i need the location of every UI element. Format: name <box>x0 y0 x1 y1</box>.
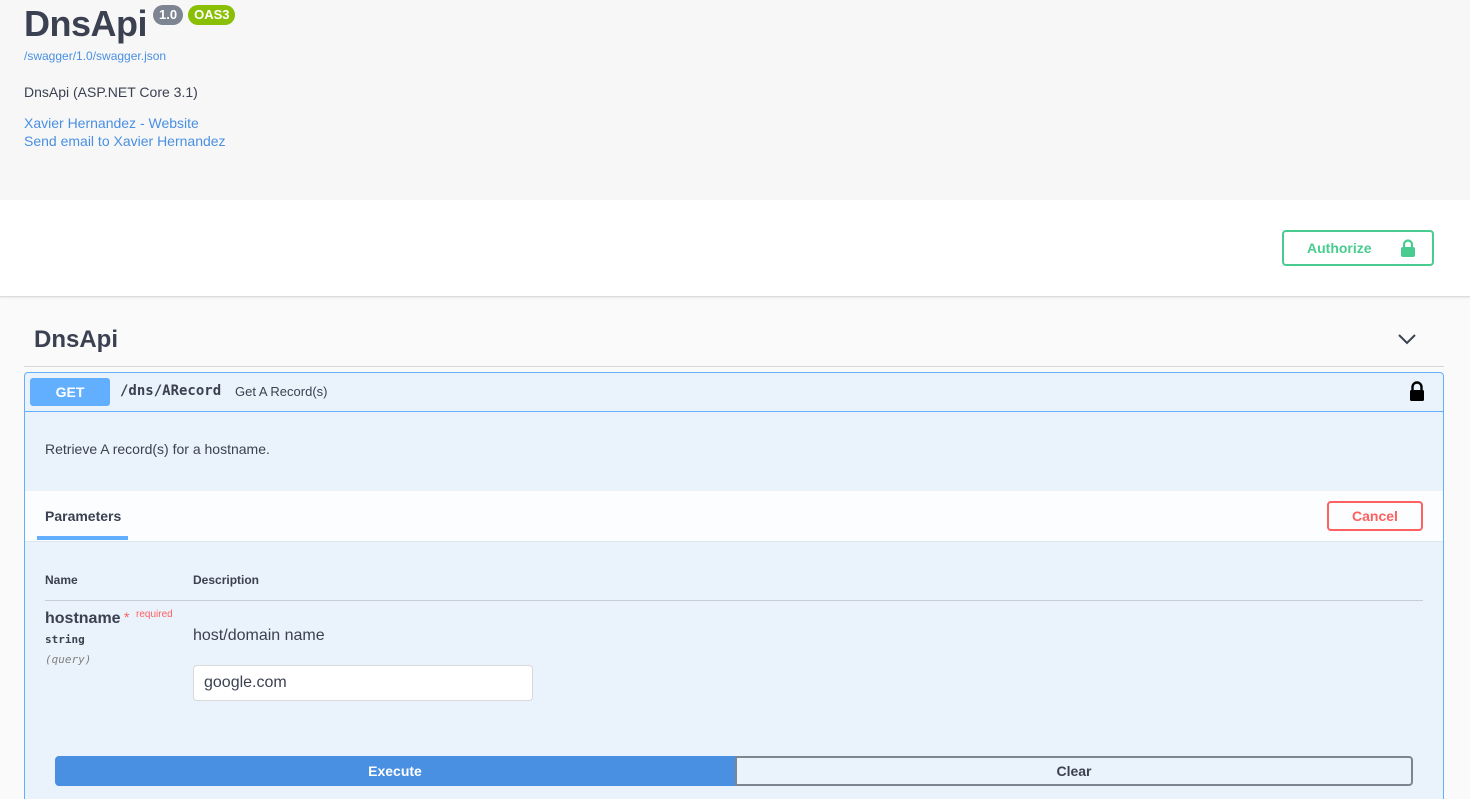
http-method-badge: GET <box>30 378 110 406</box>
tab-parameters[interactable]: Parameters <box>45 508 121 524</box>
api-title: DnsApi <box>24 3 148 44</box>
unlocked-padlock-icon <box>1400 239 1416 260</box>
required-asterisk: * <box>124 609 130 625</box>
operation-block-get: GET /dns/ARecord Get A Record(s) Retriev… <box>24 372 1444 799</box>
tab-active-indicator <box>37 536 128 540</box>
operation-path: /dns/ARecord <box>120 383 222 399</box>
api-description: DnsApi (ASP.NET Core 3.1) <box>24 84 198 100</box>
tag-section-header[interactable]: DnsApi <box>24 316 1444 367</box>
parameter-type: string <box>45 633 85 646</box>
column-header-name: Name <box>45 573 78 587</box>
authorize-button[interactable]: Authorize <box>1282 230 1434 266</box>
tag-title: DnsApi <box>34 326 118 353</box>
locked-padlock-icon[interactable] <box>1409 381 1425 406</box>
required-label: required <box>136 609 173 620</box>
contact-email-link[interactable]: Send email to Xavier Hernandez <box>24 133 226 149</box>
parameter-name: hostname <box>45 610 121 627</box>
title-row: DnsApi 1.0 OAS3 <box>24 3 236 44</box>
clear-button[interactable]: Clear <box>735 756 1413 786</box>
parameters-header: Parameters Cancel <box>25 491 1443 542</box>
execute-button-group: Execute Clear <box>55 756 1413 786</box>
operation-description: Retrieve A record(s) for a hostname. <box>45 441 270 457</box>
column-header-description: Description <box>193 573 260 587</box>
execute-button[interactable]: Execute <box>55 756 735 786</box>
swagger-json-link[interactable]: /swagger/1.0/swagger.json <box>24 49 166 63</box>
oas-badge: OAS3 <box>188 5 236 25</box>
contact-website-link[interactable]: Xavier Hernandez - Website <box>24 115 199 131</box>
scheme-container: Authorize <box>0 200 1470 297</box>
hostname-input[interactable] <box>193 665 533 701</box>
cancel-button[interactable]: Cancel <box>1327 501 1423 531</box>
parameter-description: host/domain name <box>193 627 325 644</box>
chevron-down-icon[interactable] <box>1397 332 1417 350</box>
version-badge: 1.0 <box>153 5 184 25</box>
table-header-divider <box>45 600 1423 601</box>
operation-summary[interactable]: GET /dns/ARecord Get A Record(s) <box>25 373 1443 412</box>
api-info-section: DnsApi 1.0 OAS3 /swagger/1.0/swagger.jso… <box>0 0 1470 200</box>
parameter-location: (query) <box>45 653 92 666</box>
authorize-label: Authorize <box>1307 240 1372 256</box>
operation-summary-text: Get A Record(s) <box>235 384 328 399</box>
